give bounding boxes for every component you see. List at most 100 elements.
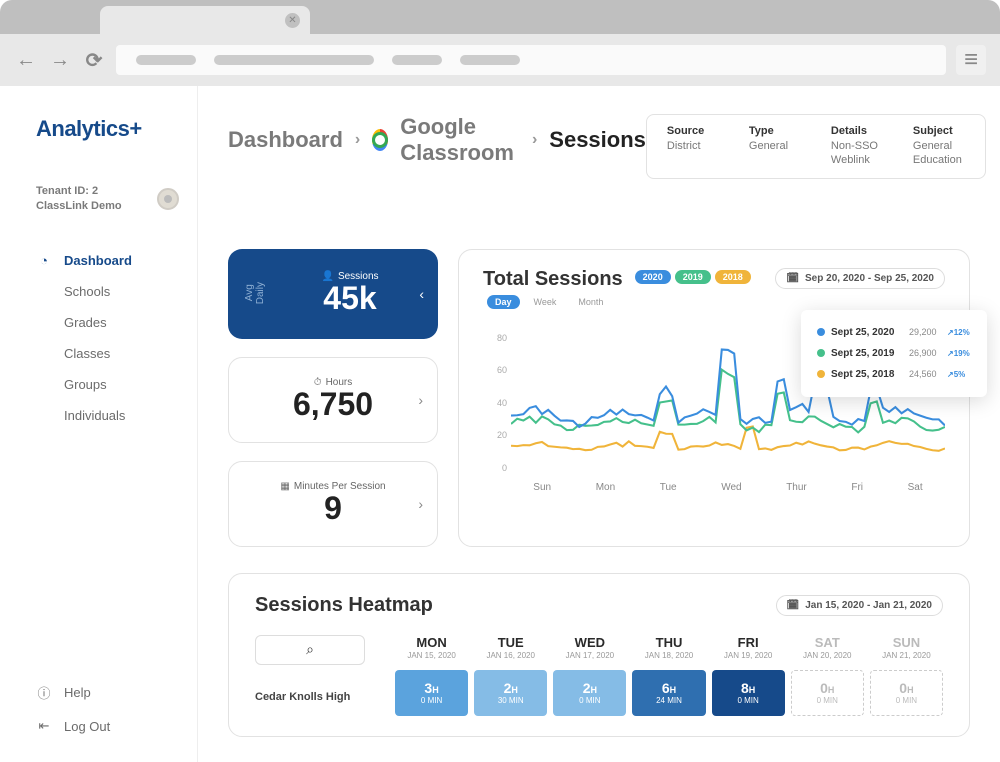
nav-label: Log Out bbox=[64, 719, 110, 734]
sidebar-item-grades[interactable]: Grades bbox=[36, 307, 197, 338]
chevron-right-icon[interactable]: › bbox=[418, 392, 423, 408]
sidebar-item-individuals[interactable]: Individuals bbox=[36, 400, 197, 431]
day-date: JAN 21, 2020 bbox=[870, 651, 943, 660]
back-icon[interactable]: ← bbox=[14, 48, 38, 72]
year-pill-2018[interactable]: 2018 bbox=[715, 270, 751, 284]
heatmap-day-tue: TUE JAN 16, 2020 2H 30 MIN bbox=[474, 635, 547, 716]
heatmap-cell[interactable]: 0H 0 MIN bbox=[791, 670, 864, 716]
forward-icon[interactable]: → bbox=[48, 48, 72, 72]
chevron-left-icon[interactable]: ‹ bbox=[419, 286, 424, 302]
meta-value: General bbox=[749, 139, 801, 153]
year-pill-2019[interactable]: 2019 bbox=[675, 270, 711, 284]
stat-card-mps[interactable]: ▦Minutes Per Session 9 › bbox=[228, 461, 438, 547]
y-axis: 806040200 bbox=[483, 333, 507, 473]
day-date: JAN 16, 2020 bbox=[474, 651, 547, 660]
avatar[interactable] bbox=[157, 188, 179, 210]
x-tick: Sat bbox=[908, 482, 923, 493]
sidebar-item-groups[interactable]: Groups bbox=[36, 369, 197, 400]
sidebar-item-schools[interactable]: Schools bbox=[36, 276, 197, 307]
meta-subject: Subject General Education bbox=[913, 125, 965, 168]
day-name: THU bbox=[632, 635, 705, 650]
stat-hours-value: 6,750 bbox=[245, 386, 421, 423]
series-dot-icon bbox=[817, 370, 825, 378]
sidebar-item-classes[interactable]: Classes bbox=[36, 338, 197, 369]
stat-sessions-value: 45k bbox=[278, 280, 422, 317]
heatmap-cell[interactable]: 0H 0 MIN bbox=[870, 670, 943, 716]
meta-box: Source District Type General DetailsNon-SSO … bbox=[646, 114, 986, 179]
chevron-right-icon[interactable]: › bbox=[418, 496, 423, 512]
y-tick: 0 bbox=[483, 463, 507, 473]
tooltip-value: 26,900 bbox=[909, 348, 941, 358]
heatmap-hours: 6H bbox=[662, 680, 676, 696]
sidebar-item-logout[interactable]: ⇤Log Out bbox=[36, 710, 197, 742]
heatmap-cell[interactable]: 6H 24 MIN bbox=[632, 670, 705, 716]
heatmap-hours: 2H bbox=[504, 680, 518, 696]
nav-label: Dashboard bbox=[64, 253, 132, 268]
meta-label: Type bbox=[749, 125, 801, 137]
meta-value: General Education bbox=[913, 139, 965, 168]
heatmap-title: Sessions Heatmap bbox=[255, 594, 433, 617]
sidebar-item-dashboard[interactable]: ◔Dashboard bbox=[36, 245, 197, 276]
heatmap-cell[interactable]: 2H 30 MIN bbox=[474, 670, 547, 716]
day-name: FRI bbox=[712, 635, 785, 650]
heatmap-date-range[interactable]: 🗓 Jan 15, 2020 - Jan 21, 2020 bbox=[776, 595, 943, 616]
avg-daily-label: Avg Daily bbox=[244, 282, 266, 304]
heatmap-day-sat: SAT JAN 20, 2020 0H 0 MIN bbox=[791, 635, 864, 716]
address-bar[interactable] bbox=[116, 45, 946, 75]
reload-icon[interactable]: ⟳ bbox=[82, 48, 106, 72]
day-date: JAN 17, 2020 bbox=[553, 651, 626, 660]
gran-day[interactable]: Day bbox=[487, 295, 520, 309]
chevron-right-icon: › bbox=[355, 131, 360, 149]
heatmap-hours: 0H bbox=[820, 680, 834, 696]
close-icon[interactable]: ✕ bbox=[285, 13, 300, 28]
heatmap-cell[interactable]: 3H 0 MIN bbox=[395, 670, 468, 716]
meta-value: Non-SSO Weblink bbox=[831, 139, 883, 168]
breadcrumb: Dashboard › Google Classroom › Sessions bbox=[228, 114, 646, 166]
crumb-dashboard[interactable]: Dashboard bbox=[228, 127, 343, 153]
menu-icon[interactable]: ≡ bbox=[956, 45, 986, 75]
google-classroom-icon bbox=[372, 129, 388, 151]
meta-source: Source District bbox=[667, 125, 719, 168]
main-content: Dashboard › Google Classroom › Sessions … bbox=[198, 86, 1000, 762]
browser-tab[interactable]: ✕ bbox=[100, 6, 310, 34]
x-tick: Wed bbox=[721, 482, 741, 493]
nav-label: Classes bbox=[64, 346, 110, 361]
stat-card-hours[interactable]: ⏱Hours 6,750 › bbox=[228, 357, 438, 443]
browser-chrome: ✕ bbox=[0, 0, 1000, 34]
stat-mps-value: 9 bbox=[245, 490, 421, 527]
calendar-icon: 🗓 bbox=[786, 273, 799, 284]
stat-card-sessions[interactable]: Avg Daily 👤Sessions 45k ‹ bbox=[228, 249, 438, 339]
meta-type: Type General bbox=[749, 125, 801, 168]
heatmap-hours: 3H bbox=[424, 680, 438, 696]
series-dot-icon bbox=[817, 349, 825, 357]
gran-week[interactable]: Week bbox=[526, 295, 565, 309]
heatmap-search[interactable]: ⌕ bbox=[255, 635, 365, 665]
day-name: SUN bbox=[870, 635, 943, 650]
heatmap-hours: 0H bbox=[899, 680, 913, 696]
x-tick: Thur bbox=[786, 482, 807, 493]
date-range-picker[interactable]: 🗓 Sep 20, 2020 - Sep 25, 2020 bbox=[775, 268, 945, 289]
heatmap-card: Sessions Heatmap 🗓 Jan 15, 2020 - Jan 21… bbox=[228, 573, 970, 737]
nav-list: ◔DashboardSchools Grades Classes Groups Indi… bbox=[36, 245, 197, 431]
heatmap-cell[interactable]: 8H 0 MIN bbox=[712, 670, 785, 716]
crumb-app[interactable]: Google Classroom bbox=[400, 114, 520, 166]
day-date: JAN 15, 2020 bbox=[395, 651, 468, 660]
nav-label: Individuals bbox=[64, 408, 125, 423]
gran-month[interactable]: Month bbox=[570, 295, 611, 309]
nav-label: Grades bbox=[64, 315, 107, 330]
meta-details: DetailsNon-SSO Weblink bbox=[831, 125, 883, 168]
heatmap-min: 0 MIN bbox=[817, 696, 838, 705]
sidebar-item-help[interactable]: ⓘHelp bbox=[36, 675, 197, 710]
x-axis: SunMonTueWedThurFriSat bbox=[511, 482, 945, 493]
heatmap-min: 0 MIN bbox=[421, 696, 442, 705]
heatmap-min: 0 MIN bbox=[737, 696, 758, 705]
tooltip-row: Sept 25, 201926,900↗19% bbox=[817, 343, 971, 364]
meta-label: Source bbox=[667, 125, 719, 137]
tooltip-delta: ↗12% bbox=[947, 328, 970, 337]
year-pill-2020[interactable]: 2020 bbox=[635, 270, 671, 284]
sidebar: Analytics+ Tenant ID: 2 ClassLink Demo ◔… bbox=[0, 86, 198, 762]
heatmap-cell[interactable]: 2H 0 MIN bbox=[553, 670, 626, 716]
meta-value: District bbox=[667, 139, 719, 153]
heatmap-min: 24 MIN bbox=[656, 696, 682, 705]
meta-label: Subject bbox=[913, 125, 965, 137]
